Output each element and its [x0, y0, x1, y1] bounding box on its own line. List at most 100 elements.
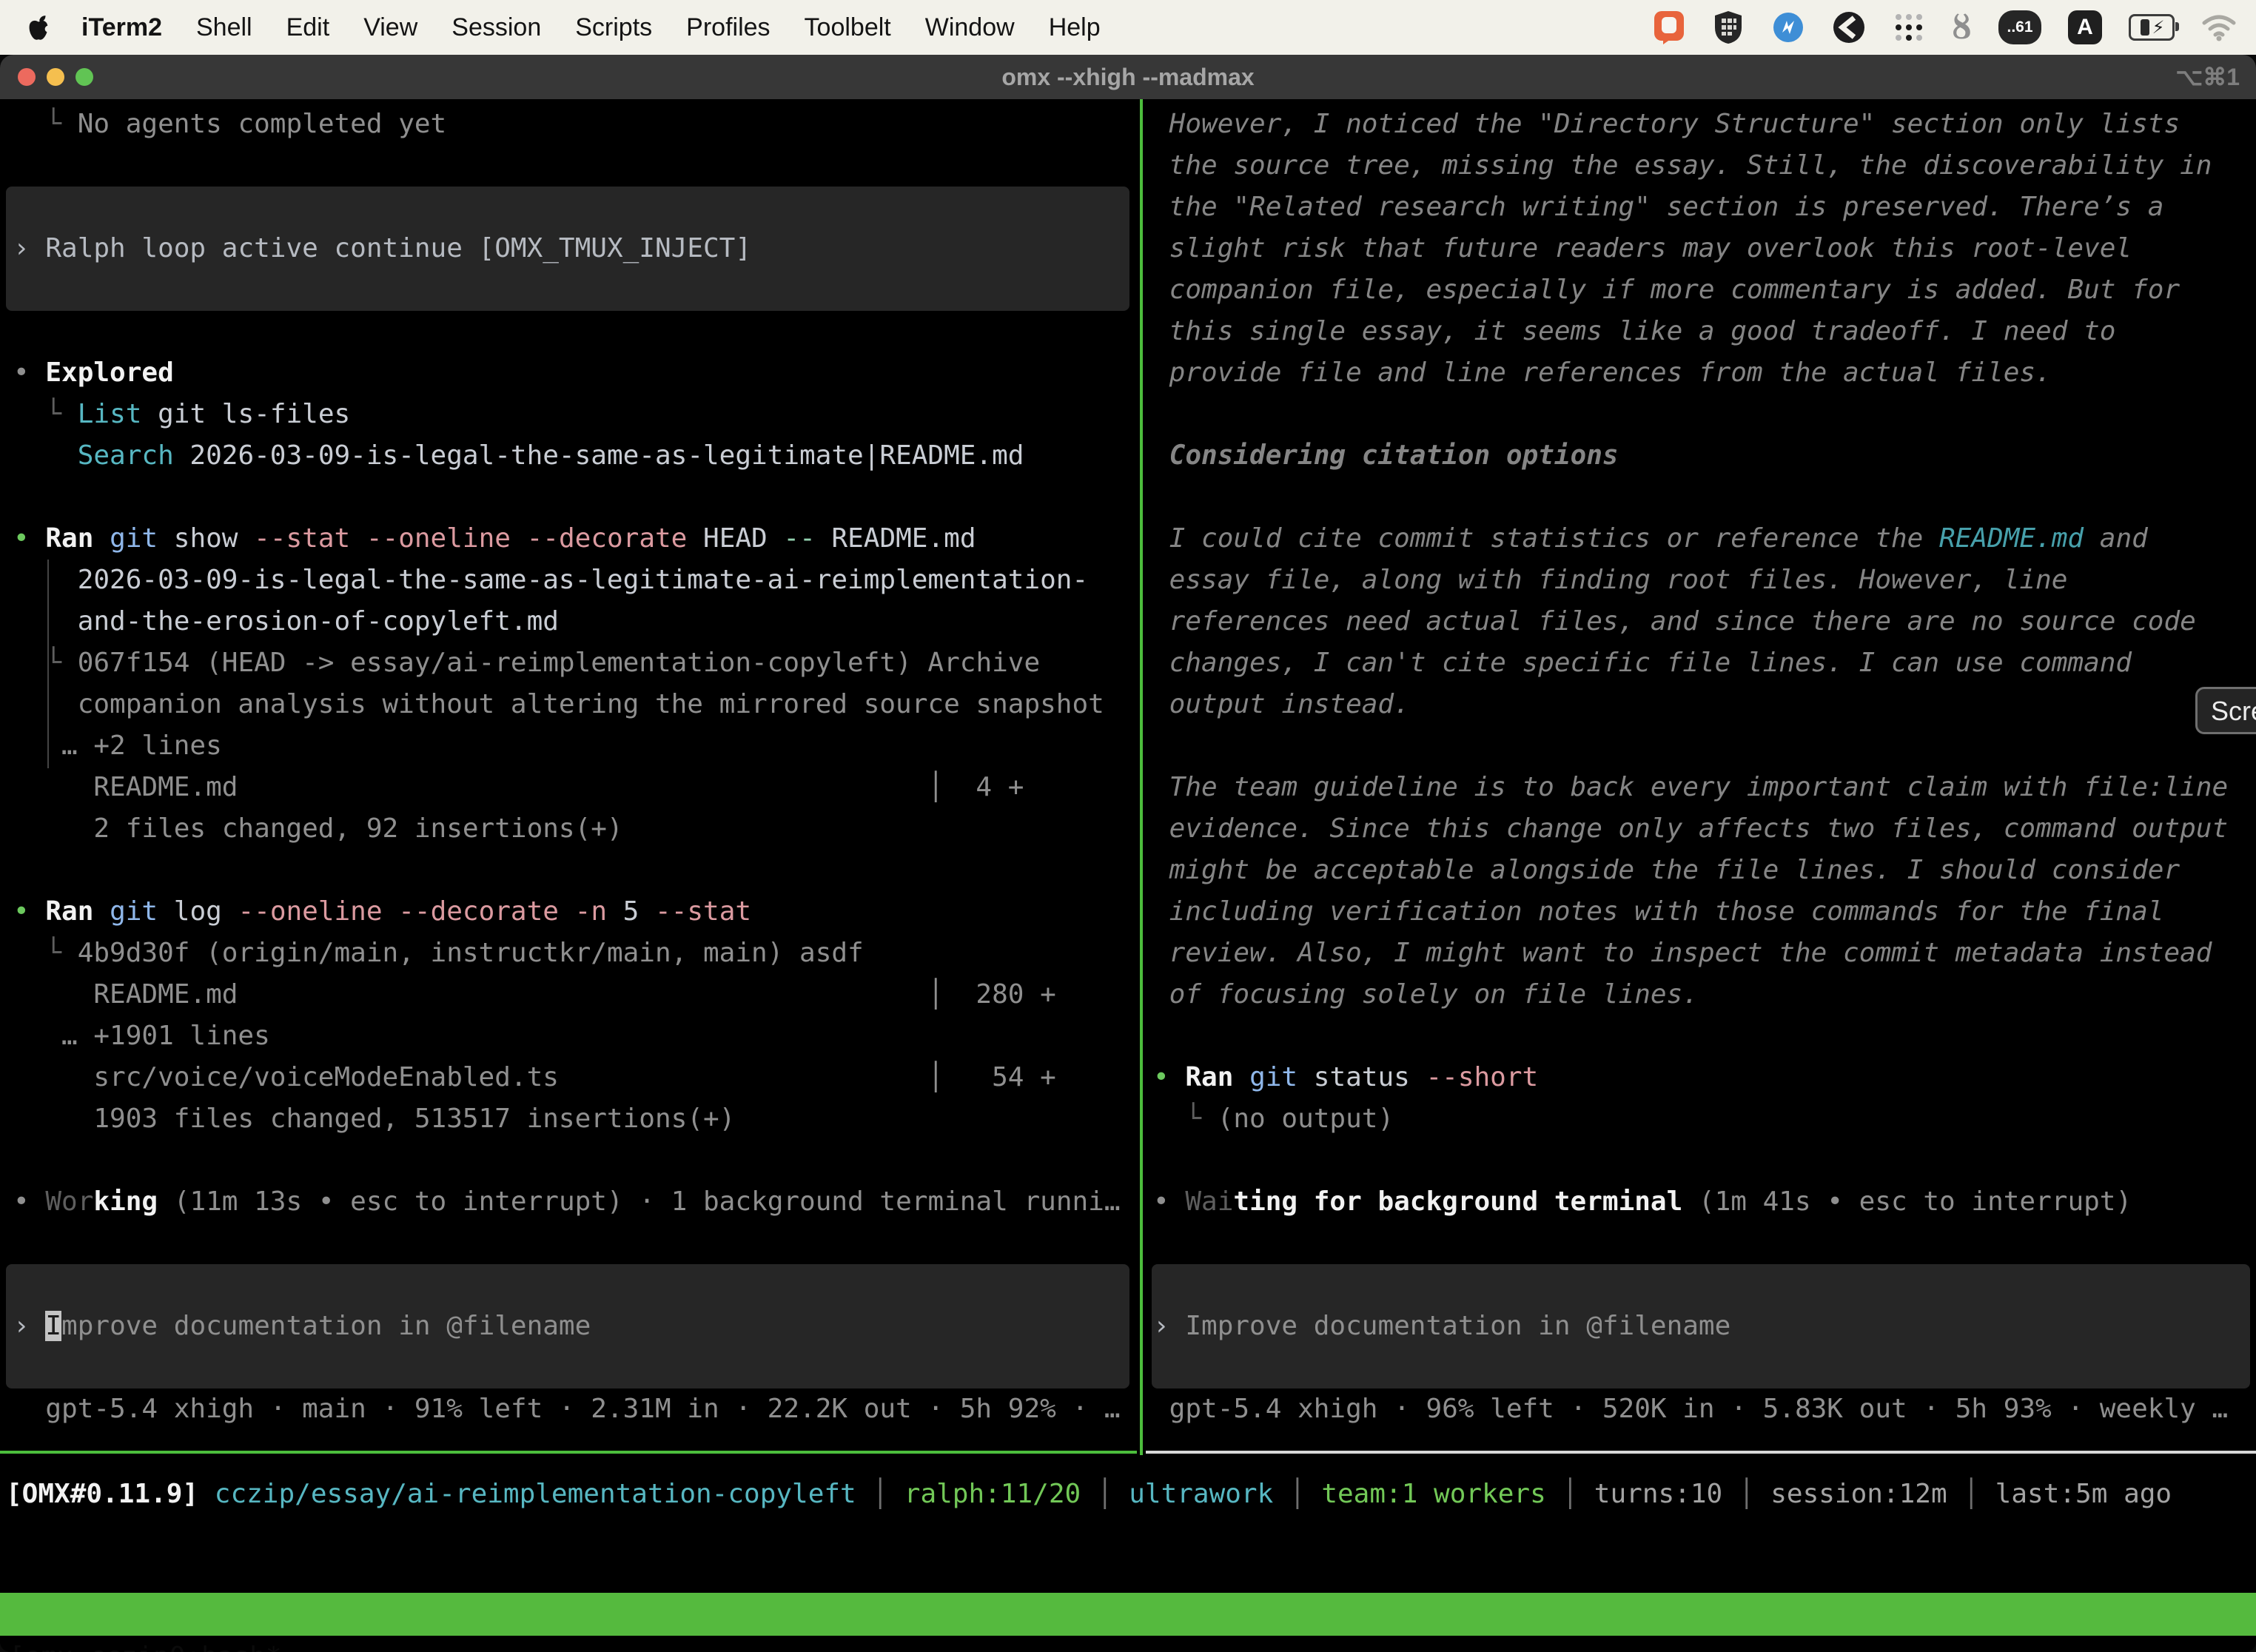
menu-item-toolbelt[interactable]: Toolbelt	[805, 13, 891, 42]
terminal-line: output instead.	[1153, 684, 2256, 725]
badge-61-icon[interactable]: ..61	[1998, 10, 2041, 44]
text-segment	[13, 109, 45, 139]
terminal-line: companion analysis without altering the …	[13, 684, 1140, 725]
terminal-line: • Working (11m 13s • esc to interrupt) ·…	[13, 1181, 1140, 1223]
chat-app-icon[interactable]	[1653, 10, 1685, 45]
text-segment: Explored	[45, 357, 173, 388]
text-segment: mprove documentation in @filename	[61, 1311, 591, 1341]
terminal-line: └ No agents completed yet	[13, 104, 1140, 145]
battery-icon[interactable]: ⚡	[2129, 14, 2175, 41]
pane-divider[interactable]	[1140, 99, 1143, 1455]
terminal-line: changes, I can't cite specific file line…	[1153, 642, 2256, 684]
text-segment: ›	[13, 1311, 45, 1341]
text-segment: git ls-files	[141, 399, 350, 429]
terminal-line	[13, 311, 1140, 352]
terminal-line: └ List git ls-files	[13, 394, 1140, 435]
text-segment: 2026-03-09-is-legal-the-same-as-legitima…	[174, 440, 1024, 471]
terminal-line	[1153, 1223, 2256, 1264]
terminal-line: The team guideline is to back every impo…	[1153, 767, 2256, 808]
text-segment: -n	[575, 896, 623, 927]
text-segment: •	[13, 357, 45, 388]
text-segment: --short	[1426, 1062, 1538, 1092]
text-segment: └	[45, 109, 77, 139]
text-segment: I	[45, 1311, 61, 1341]
text-segment: •	[13, 1186, 45, 1217]
terminal-line: › Improve documentation in @filename	[1153, 1306, 2256, 1347]
menu-item-view[interactable]: View	[363, 13, 417, 42]
text-segment: including verification notes with those …	[1153, 896, 2163, 927]
text-segment: last:5m ago	[1995, 1479, 2172, 1509]
tmux-session-label[interactable]: [omx-cczip0:bash*	[9, 1636, 281, 1652]
text-segment: evidence. Since this change only affects…	[1153, 813, 2228, 844]
terminal-line	[13, 1264, 1140, 1306]
text-segment: 2026-03-09-is-legal-the-same-as-legitima…	[13, 565, 1088, 595]
menu-item-edit[interactable]: Edit	[286, 13, 330, 42]
text-segment: turns:10	[1594, 1479, 1722, 1509]
apple-menu-icon[interactable]	[27, 13, 50, 41]
text-segment: show	[174, 523, 254, 554]
terminal-line: README.md │ 280 +	[13, 974, 1140, 1015]
terminal-line: slight risk that future readers may over…	[1153, 228, 2256, 269]
text-segment: gpt-5.4 xhigh · 96% left · 520K in · 5.8…	[1153, 1394, 2228, 1424]
text-segment: Considering citation options	[1153, 440, 1619, 471]
text-segment: the "Related research writing" section i…	[1153, 192, 2163, 222]
terminal-line	[13, 850, 1140, 891]
text-segment: 4b9d30f (origin/main, instructkr/main, m…	[78, 938, 864, 968]
squiggle-icon[interactable]: ȣ	[1952, 9, 1972, 47]
text-segment: --decorate	[527, 523, 703, 554]
text-segment: … +1901 lines	[13, 1021, 270, 1051]
text-segment: Ralph loop active continue [OMX_TMUX_INJ…	[45, 233, 751, 263]
text-segment: this single essay, it seems like a good …	[1153, 316, 2115, 346]
keyboard-a-icon[interactable]: A	[2068, 10, 2102, 44]
terminal-line: › Improve documentation in @filename	[13, 1306, 1140, 1347]
text-segment: of focusing solely on file lines.	[1153, 979, 1699, 1010]
text-segment: 1903 files changed, 513517 insertions(+)	[13, 1104, 735, 1134]
terminal-line: • Ran git status --short	[1153, 1057, 2256, 1098]
text-segment: essay file, along with finding root file…	[1153, 565, 2067, 595]
menu-item-window[interactable]: Window	[925, 13, 1015, 42]
iterm-window: omx --xhigh --madmax ⌥⌘1 └ No agents com…	[0, 55, 2256, 1652]
right-pane-border	[1146, 1451, 2256, 1454]
terminal-line: README.md │ 4 +	[13, 767, 1140, 808]
text-segment	[13, 399, 45, 429]
shield-grid-icon[interactable]	[1712, 10, 1745, 45]
text-segment: │	[1546, 1479, 1594, 1509]
wifi-icon[interactable]	[2201, 13, 2237, 41]
text-segment: git	[110, 523, 174, 554]
dots-grid-icon[interactable]	[1893, 11, 1925, 44]
text-segment: The team guideline is to back every impo…	[1153, 772, 2228, 802]
terminal-line: gpt-5.4 xhigh · main · 91% left · 2.31M …	[13, 1389, 1140, 1430]
terminal-line	[13, 269, 1140, 311]
text-segment: README.md	[831, 523, 976, 554]
text-segment: ting for background terminal	[1233, 1186, 1682, 1217]
text-segment: team:1 workers	[1321, 1479, 1545, 1509]
terminal-line: of focusing solely on file lines.	[1153, 974, 2256, 1015]
verified-bolt-icon[interactable]	[1771, 10, 1805, 44]
menu-item-scripts[interactable]: Scripts	[575, 13, 652, 42]
text-segment: •	[13, 523, 45, 554]
text-segment: and	[2084, 523, 2148, 554]
notch-circle-icon[interactable]	[1832, 10, 1866, 44]
menu-item-shell[interactable]: Shell	[196, 13, 252, 42]
text-segment: Search	[78, 440, 174, 471]
text-segment: ralph:11/20	[904, 1479, 1081, 1509]
menu-item-help[interactable]: Help	[1049, 13, 1101, 42]
text-segment: --stat	[655, 896, 751, 927]
terminal-line: provide file and line references from th…	[1153, 352, 2256, 394]
text-segment: List	[78, 399, 142, 429]
terminal-line: Search 2026-03-09-is-legal-the-same-as-l…	[13, 435, 1140, 477]
terminal-line: might be acceptable alongside the file l…	[1153, 850, 2256, 891]
text-segment: Wor	[45, 1186, 93, 1217]
text-segment: might be acceptable alongside the file l…	[1153, 855, 2180, 885]
text-segment: Ran	[45, 523, 110, 554]
text-segment: 2 files changed, 92 insertions(+)	[13, 813, 623, 844]
text-segment: review. Also, I might want to inspect th…	[1153, 938, 2212, 968]
menu-app-name[interactable]: iTerm2	[81, 13, 162, 42]
menu-item-profiles[interactable]: Profiles	[686, 13, 770, 42]
menu-item-session[interactable]: Session	[451, 13, 541, 42]
text-segment: 5	[623, 896, 655, 927]
terminal-line: └ 4b9d30f (origin/main, instructkr/main,…	[13, 933, 1140, 974]
terminal-line: including verification notes with those …	[1153, 891, 2256, 933]
text-segment: No agents completed yet	[78, 109, 447, 139]
text-segment: ›	[13, 233, 45, 263]
